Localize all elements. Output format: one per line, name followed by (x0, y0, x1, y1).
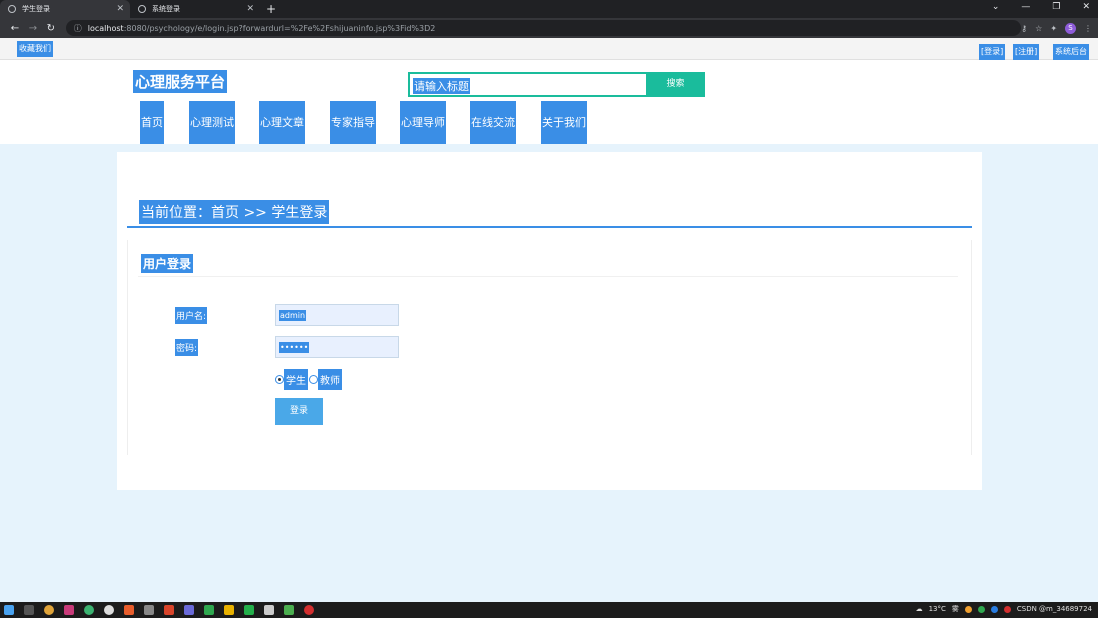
admin-link[interactable]: 系统后台 (1053, 44, 1089, 60)
app-icon[interactable] (144, 605, 154, 615)
site-logo[interactable]: 心理服务平台 (133, 70, 228, 93)
nav-item-home[interactable]: 首页 (140, 101, 164, 144)
os-taskbar: ☁ 13°C 雾 CSDN @m_34689724 (0, 602, 1098, 618)
nav-item-articles[interactable]: 心理文章 (259, 101, 305, 144)
profile-avatar[interactable]: S (1065, 22, 1077, 34)
close-window-icon[interactable]: ✕ (1082, 2, 1090, 12)
app-icon[interactable] (64, 605, 74, 615)
main-content: 当前位置：首页 >> 学生登录 用户登录 用户名: admin 密码: ••••… (117, 152, 982, 490)
tray-text: CSDN @m_34689724 (1016, 605, 1092, 613)
globe-icon (138, 5, 146, 13)
app-icon[interactable] (304, 605, 314, 615)
username-field[interactable]: admin (275, 304, 399, 326)
register-link[interactable]: [注册] (1013, 44, 1040, 60)
new-tab-button[interactable]: + (266, 0, 276, 18)
forward-icon[interactable]: → (24, 23, 42, 34)
chrome-icon[interactable] (44, 605, 54, 615)
login-link[interactable]: [登录] (979, 44, 1006, 60)
globe-icon (8, 5, 16, 13)
search-input[interactable]: 请输入标题 (408, 72, 648, 97)
app-icon[interactable] (84, 605, 94, 615)
breadcrumb-divider (127, 226, 972, 228)
temperature: 13°C (928, 605, 946, 613)
panel-divider (138, 276, 958, 277)
password-value: •••••• (279, 342, 310, 353)
menu-icon[interactable]: ⋮ (1084, 24, 1092, 33)
key-icon[interactable]: ⚷ (1021, 24, 1027, 33)
minimize-icon[interactable]: — (1021, 2, 1030, 12)
weather-text: 雾 (951, 605, 959, 613)
browser-tab-student-login[interactable]: 学生登录 ✕ (0, 0, 130, 18)
app-icon[interactable] (204, 605, 214, 615)
chevron-down-icon[interactable]: ⌄ (992, 2, 1000, 12)
nav-item-expert-guidance[interactable]: 专家指导 (330, 101, 376, 144)
nav-item-about-us[interactable]: 关于我们 (541, 101, 587, 144)
app-icon[interactable] (164, 605, 174, 615)
reload-icon[interactable]: ↻ (42, 23, 60, 34)
search-placeholder: 请输入标题 (413, 78, 470, 94)
url-path: :8080/psychology/e/login.jsp?forwardurl=… (123, 23, 436, 33)
tray-icon[interactable] (977, 605, 985, 613)
app-icon[interactable] (264, 605, 274, 615)
role-selector: 学生 教师 (275, 369, 342, 390)
site-top-bar: 收藏我们 [登录] [注册] 系统后台 (0, 38, 1098, 60)
search-button[interactable]: 搜索 (646, 72, 705, 97)
url-host: localhost (87, 23, 124, 33)
windows-start-icon[interactable] (4, 605, 14, 615)
favorite-link[interactable]: 收藏我们 (17, 41, 53, 57)
role-student-radio[interactable] (275, 375, 284, 384)
tray-icon[interactable] (990, 605, 998, 613)
bookmark-star-icon[interactable]: ☆ (1035, 24, 1042, 33)
wechat-icon[interactable] (244, 605, 254, 615)
login-panel-title: 用户登录 (141, 254, 194, 273)
role-teacher-label[interactable]: 教师 (318, 369, 342, 390)
tab-title: 系统登录 (152, 5, 180, 13)
info-icon[interactable]: ⓘ (74, 23, 82, 34)
role-teacher-radio[interactable] (309, 375, 318, 384)
search-icon[interactable] (24, 605, 34, 615)
username-value: admin (279, 310, 307, 321)
close-icon[interactable]: ✕ (246, 4, 254, 14)
nav-item-online-chat[interactable]: 在线交流 (470, 101, 516, 144)
page-viewport: 收藏我们 [登录] [注册] 系统后台 心理服务平台 请输入标题 搜索 首页 心… (0, 38, 1098, 602)
main-nav: 首页 心理测试 心理文章 专家指导 心理导师 在线交流 关于我们 (0, 101, 1098, 144)
address-bar[interactable]: ⓘ localhost :8080/psychology/e/login.jsp… (65, 20, 1022, 36)
browser-tab-strip: 学生登录 ✕ 系统登录 ✕ + ⌄ — ❐ ✕ (0, 0, 1098, 18)
weather-icon: ☁ (915, 605, 923, 613)
window-controls: ⌄ — ❐ ✕ (992, 2, 1090, 12)
folder-icon[interactable] (224, 605, 234, 615)
browser-tab-system-login[interactable]: 系统登录 ✕ (130, 0, 260, 18)
app-icon[interactable] (184, 605, 194, 615)
tray-icon[interactable] (1003, 605, 1011, 613)
extension-icons: ⚷ ☆ ✦ S ⋮ (1021, 22, 1092, 34)
login-button[interactable]: 登录 (275, 398, 323, 425)
puzzle-icon[interactable]: ✦ (1050, 24, 1057, 33)
app-icon[interactable] (104, 605, 114, 615)
tray-icon[interactable] (964, 605, 972, 613)
username-label: 用户名: (175, 307, 208, 324)
app-icon[interactable] (284, 605, 294, 615)
role-student-label[interactable]: 学生 (284, 369, 308, 390)
back-icon[interactable]: ← (6, 23, 24, 34)
app-icon[interactable] (124, 605, 134, 615)
site-header: 心理服务平台 请输入标题 搜索 首页 心理测试 心理文章 专家指导 心理导师 在… (0, 60, 1098, 144)
close-icon[interactable]: ✕ (116, 4, 124, 14)
password-field[interactable]: •••••• (275, 336, 399, 358)
password-label: 密码: (175, 339, 199, 356)
breadcrumb: 当前位置：首页 >> 学生登录 (139, 200, 330, 224)
nav-item-mentors[interactable]: 心理导师 (400, 101, 446, 144)
tab-title: 学生登录 (22, 5, 50, 13)
browser-toolbar: ← → ↻ ⓘ localhost :8080/psychology/e/log… (0, 18, 1098, 38)
system-tray: ☁ 13°C 雾 CSDN @m_34689724 (916, 604, 1092, 614)
maximize-icon[interactable]: ❐ (1052, 2, 1060, 12)
login-panel: 用户登录 用户名: admin 密码: •••••• 学生 教师 登录 (127, 240, 972, 455)
nav-item-psych-test[interactable]: 心理测试 (189, 101, 235, 144)
